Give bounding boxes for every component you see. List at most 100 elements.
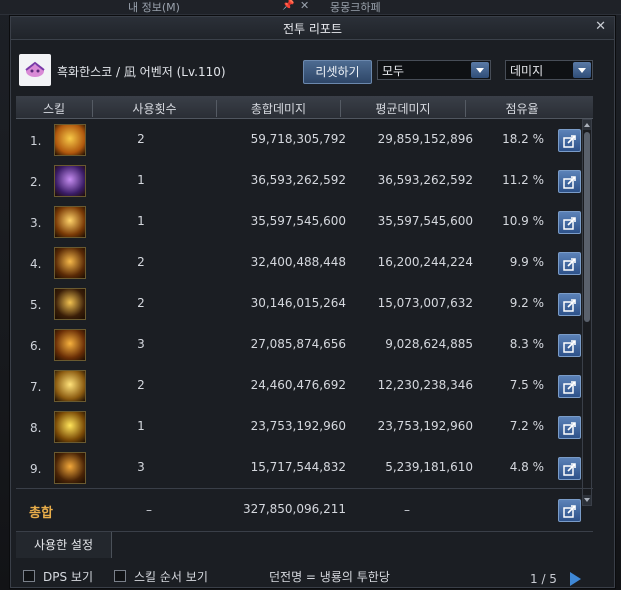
rank-label: 9. <box>30 462 42 476</box>
total-label: 총합 <box>29 506 53 521</box>
column-header-skill[interactable]: 스킬 <box>16 100 93 117</box>
table-header: 스킬 사용횟수 총합데미지 평균데미지 점유율 <box>16 96 593 119</box>
share-button[interactable] <box>558 129 581 152</box>
table-row[interactable]: 3. 1 35,597,545,600 35,597,545,600 10.9 % <box>16 202 593 243</box>
rank-label: 5. <box>30 298 42 312</box>
average-damage-cell: 29,859,152,896 <box>377 132 473 146</box>
total-share-button[interactable] <box>558 499 581 522</box>
column-header-total[interactable]: 총합데미지 <box>217 100 341 117</box>
uses-cell: 3 <box>137 460 145 474</box>
uses-cell: 1 <box>137 214 145 228</box>
share-icon <box>563 505 576 518</box>
average-damage-cell: 35,597,545,600 <box>377 214 473 228</box>
share-percent-cell: 10.9 % <box>502 214 544 228</box>
chevron-down-icon[interactable] <box>471 62 489 78</box>
table-row[interactable]: 2. 1 36,593,262,592 36,593,262,592 11.2 % <box>16 161 593 202</box>
tab-used-settings[interactable]: 사용한 설정 <box>16 532 112 558</box>
share-percent-cell: 9.2 % <box>509 296 544 310</box>
skill-icon-rift <box>54 165 86 197</box>
share-button[interactable] <box>558 457 581 480</box>
column-header-share[interactable]: 점유율 <box>466 100 578 117</box>
average-damage-cell: 9,028,624,885 <box>385 337 473 351</box>
background-topbar: 내 정보(M) 📌 ✕ 몽몽크하페 <box>0 0 621 15</box>
skill-icon-flash <box>54 411 86 443</box>
share-button[interactable] <box>558 293 581 316</box>
reset-button[interactable]: 리셋하기 <box>303 60 372 84</box>
filter-dropdown[interactable]: 모두 <box>377 60 491 80</box>
share-icon <box>563 340 576 353</box>
total-damage-cell: 35,597,545,600 <box>250 214 346 228</box>
footer-bar: DPS 보기 스킬 순서 보기 던전명 = 냉룡의 투한당 1 / 5 <box>10 566 613 590</box>
total-damage-cell: 15,717,544,832 <box>250 460 346 474</box>
skill-icon-claw <box>54 247 86 279</box>
share-percent-cell: 8.3 % <box>509 337 544 351</box>
dps-checkbox-label: DPS 보기 <box>43 570 93 584</box>
table-row[interactable]: 7. 2 24,460,476,692 12,230,238,346 7.5 % <box>16 366 593 407</box>
share-icon <box>563 299 576 312</box>
table-row[interactable]: 5. 2 30,146,015,264 15,073,007,632 9.2 % <box>16 284 593 325</box>
table-row[interactable]: 4. 2 32,400,488,448 16,200,244,224 9.9 % <box>16 243 593 284</box>
total-damage-cell: 24,460,476,692 <box>250 378 346 392</box>
dps-checkbox[interactable] <box>23 570 35 582</box>
type-dropdown[interactable]: 데미지 <box>505 60 593 80</box>
column-header-uses[interactable]: 사용횟수 <box>93 100 217 117</box>
background-close-icon: ✕ <box>300 0 310 12</box>
column-header-average[interactable]: 평균데미지 <box>341 100 466 117</box>
uses-cell: 2 <box>137 255 145 269</box>
close-button[interactable]: ✕ <box>595 19 606 34</box>
total-row: 총합 – 327,850,096,211 – <box>16 488 593 531</box>
total-damage-cell: 27,085,874,656 <box>250 337 346 351</box>
skill-icon-skull <box>54 288 86 320</box>
skill-icon-beam <box>54 370 86 402</box>
chevron-down-icon[interactable] <box>573 62 591 78</box>
table-row[interactable]: 6. 3 27,085,874,656 9,028,624,885 8.3 % <box>16 325 593 366</box>
character-name: 흑화한스코 / 凪 어벤저 (Lv.110) <box>57 65 226 79</box>
average-damage-cell: 36,593,262,592 <box>377 173 473 187</box>
share-icon <box>563 135 576 148</box>
skill-icon-burst <box>54 124 86 156</box>
share-button[interactable] <box>558 334 581 357</box>
total-damage-cell: 59,718,305,792 <box>250 132 346 146</box>
total-average: – <box>404 503 410 517</box>
skill-icon-star <box>54 206 86 238</box>
share-button[interactable] <box>558 170 581 193</box>
uses-cell: 3 <box>137 337 145 351</box>
rank-label: 7. <box>30 380 42 394</box>
average-damage-cell: 23,753,192,960 <box>377 419 473 433</box>
filter-dropdown-value: 모두 <box>382 64 405 78</box>
total-damage-cell: 32,400,488,448 <box>250 255 346 269</box>
settings-tabbar: 사용한 설정 <box>16 531 593 558</box>
window-titlebar[interactable]: 전투 리포트 ✕ <box>11 17 614 40</box>
share-percent-cell: 7.2 % <box>509 419 544 433</box>
share-icon <box>563 217 576 230</box>
rank-label: 8. <box>30 421 42 435</box>
rank-label: 1. <box>30 134 42 148</box>
background-player-name: 몽몽크하페 <box>330 1 381 14</box>
share-percent-cell: 7.5 % <box>509 378 544 392</box>
dungeon-name: 던전명 = 냉룡의 투한당 <box>269 570 390 584</box>
total-uses: – <box>146 503 152 517</box>
share-icon <box>563 381 576 394</box>
scroll-up-icon[interactable] <box>583 120 591 130</box>
share-button[interactable] <box>558 416 581 439</box>
character-avatar <box>19 54 51 86</box>
table-row[interactable]: 9. 3 15,717,544,832 5,239,181,610 4.8 % <box>16 448 593 489</box>
table-row[interactable]: 8. 1 23,753,192,960 23,753,192,960 7.2 % <box>16 407 593 448</box>
table-body: 1. 2 59,718,305,792 29,859,152,896 18.2 % 2. 1… <box>16 120 593 490</box>
share-icon <box>563 258 576 271</box>
uses-cell: 1 <box>137 419 145 433</box>
rank-label: 2. <box>30 175 42 189</box>
table-row[interactable]: 1. 2 59,718,305,792 29,859,152,896 18.2 % <box>16 120 593 161</box>
average-damage-cell: 5,239,181,610 <box>385 460 473 474</box>
uses-cell: 1 <box>137 173 145 187</box>
scroll-thumb[interactable] <box>584 132 590 322</box>
average-damage-cell: 12,230,238,346 <box>377 378 473 392</box>
skill-order-checkbox[interactable] <box>114 570 126 582</box>
share-button[interactable] <box>558 375 581 398</box>
share-button[interactable] <box>558 252 581 275</box>
table-scrollbar[interactable] <box>582 119 592 506</box>
share-button[interactable] <box>558 211 581 234</box>
window-title: 전투 리포트 <box>282 22 342 36</box>
total-damage: 327,850,096,211 <box>242 502 346 516</box>
next-page-icon[interactable] <box>570 572 581 586</box>
